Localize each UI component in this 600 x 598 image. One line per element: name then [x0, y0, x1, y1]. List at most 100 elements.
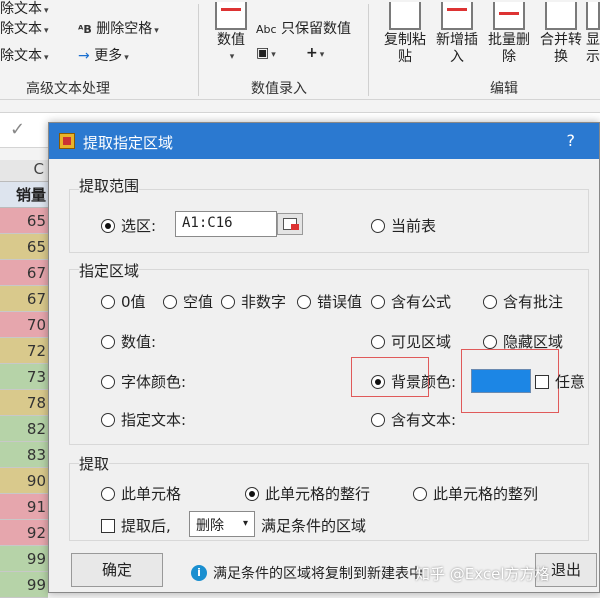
fill-button[interactable]: ▣ ▾	[256, 45, 276, 61]
add-button[interactable]: + ▾	[306, 45, 324, 61]
bg-color-swatch[interactable]	[471, 369, 531, 393]
radio-icon	[297, 294, 311, 309]
extract-row-radio[interactable]: 此单元格的整行	[245, 483, 370, 504]
merge-icon	[545, 2, 577, 30]
copy-icon	[389, 2, 421, 30]
font-color-radio[interactable]: 字体颜色:	[101, 371, 186, 392]
bg-color-radio[interactable]: 背景颜色:	[371, 371, 456, 392]
arrow-icon: →	[78, 48, 90, 64]
blank-radio[interactable]: 空值	[163, 291, 213, 312]
watermark: 知乎 @Excel方方格	[415, 565, 550, 583]
selection-radio[interactable]: 选区:	[101, 215, 156, 236]
radio-icon	[163, 294, 177, 309]
insert-button[interactable]: 新增插入	[432, 0, 482, 66]
batch-delete-button[interactable]: 批量删除	[484, 0, 534, 66]
after-action-select[interactable]: 删除 ▾	[189, 511, 255, 537]
ribbon-left-item[interactable]: 除文本 ▾	[0, 0, 49, 18]
group-label-edit: 编辑	[490, 81, 518, 97]
table-cell[interactable]: 65	[0, 234, 48, 260]
zero-radio[interactable]: 0值	[101, 291, 146, 312]
table-cell[interactable]: 91	[0, 494, 48, 520]
show-button[interactable]: 显示	[586, 0, 600, 66]
radio-icon	[221, 294, 235, 309]
current-sheet-radio[interactable]: 当前表	[371, 215, 436, 236]
after-extract-checkbox[interactable]: 提取后,	[101, 515, 171, 536]
numeric-radio[interactable]: 数值:	[101, 331, 156, 352]
chevron-down-icon: ▾	[229, 52, 235, 62]
error-radio[interactable]: 错误值	[297, 291, 362, 312]
table-cell[interactable]: 99	[0, 572, 48, 598]
radio-selected-icon	[101, 218, 115, 233]
formula-radio[interactable]: 含有公式	[371, 291, 451, 312]
table-cell[interactable]: 73	[0, 364, 48, 390]
copy-paste-button[interactable]: 复制粘贴	[380, 0, 430, 66]
fill-icon: ▣	[256, 45, 270, 61]
numeric-button[interactable]: 数值 ▾	[206, 0, 256, 66]
radio-icon	[371, 412, 385, 427]
after-suffix-label: 满足条件的区域	[261, 517, 367, 535]
batch-delete-label: 批量删除	[488, 32, 530, 65]
table-cell[interactable]: 67	[0, 260, 48, 286]
radio-icon	[483, 294, 497, 309]
extract-region-dialog: 提取指定区域 ? 提取范围 选区: A1:C16 当前表 指定区域 0值 空值 …	[48, 122, 600, 593]
numeric-icon	[215, 2, 247, 30]
info-icon: i	[191, 565, 207, 581]
radio-icon	[101, 294, 115, 309]
checkbox-icon	[101, 518, 115, 533]
extract-col-radio[interactable]: 此单元格的整列	[413, 483, 538, 504]
more-button[interactable]: → 更多 ▾	[78, 45, 129, 65]
radio-icon	[371, 294, 385, 309]
ribbon-left-item[interactable]: 除文本 ▾	[0, 45, 49, 65]
table-cell[interactable]: 70	[0, 312, 48, 338]
table-cell[interactable]: 92	[0, 520, 48, 546]
chevron-down-icon: ▾	[242, 518, 248, 529]
delete-spaces-button[interactable]: ᴬB 删除空格 ▾	[78, 18, 159, 38]
range-picker-icon[interactable]	[277, 213, 303, 235]
table-cell[interactable]: 99	[0, 546, 48, 572]
keep-value-button[interactable]: Abc 只保留数值	[256, 18, 351, 38]
column-header[interactable]: C	[0, 160, 48, 182]
ok-button[interactable]: 确定	[71, 553, 163, 587]
sheet-column: C 销量 65 65 67 67 70 72 73 78 82 83 90 91 92 99 99	[0, 160, 48, 598]
radio-icon	[483, 334, 497, 349]
contains-text-radio[interactable]: 含有文本:	[371, 409, 456, 430]
numeric-label: 数值	[217, 32, 245, 48]
check-icon[interactable]: ✓	[10, 119, 25, 140]
any-color-checkbox[interactable]: 任意	[535, 371, 585, 392]
ribbon-left-item[interactable]: 除文本 ▾	[0, 18, 49, 38]
extract-cell-radio[interactable]: 此单元格	[101, 483, 181, 504]
insert-icon	[441, 2, 473, 30]
radio-selected-icon	[371, 374, 385, 389]
dialog-titlebar[interactable]: 提取指定区域 ?	[49, 123, 599, 159]
radio-selected-icon	[245, 486, 259, 501]
table-cell[interactable]: 72	[0, 338, 48, 364]
table-cell[interactable]: 90	[0, 468, 48, 494]
copy-paste-label: 复制粘贴	[384, 32, 426, 65]
radio-icon	[101, 412, 115, 427]
radio-icon	[101, 374, 115, 389]
visible-radio[interactable]: 可见区域	[371, 331, 451, 352]
table-cell[interactable]: 83	[0, 442, 48, 468]
range-group-label: 提取范围	[79, 175, 140, 196]
plus-icon: +	[306, 45, 318, 61]
table-cell[interactable]: 67	[0, 286, 48, 312]
table-cell[interactable]: 82	[0, 416, 48, 442]
dialog-title: 提取指定区域	[83, 134, 174, 152]
non-number-radio[interactable]: 非数字	[221, 291, 286, 312]
text-radio[interactable]: 指定文本:	[101, 409, 186, 430]
table-cell[interactable]: 65	[0, 208, 48, 234]
help-button[interactable]: ?	[567, 131, 576, 150]
group-label-value: 数值录入	[251, 81, 307, 97]
selection-input[interactable]: A1:C16	[175, 211, 277, 237]
ribbon: 除文本 ▾ 除文本 ▾ 除文本 ▾ ᴬB 删除空格 ▾ → 更多 ▾ 高级文本处理 数值 …	[0, 0, 600, 100]
insert-label: 新增插入	[436, 32, 478, 65]
info-message: i 满足条件的区域将复制到新建表中	[191, 563, 423, 583]
table-cell[interactable]: 78	[0, 390, 48, 416]
radio-icon	[101, 486, 115, 501]
show-icon	[586, 2, 600, 30]
header-cell[interactable]: 销量	[0, 182, 48, 208]
comment-radio[interactable]: 含有批注	[483, 291, 563, 312]
checkbox-icon	[535, 374, 549, 389]
merge-convert-button[interactable]: 合并转换	[536, 0, 586, 66]
radio-icon	[371, 334, 385, 349]
